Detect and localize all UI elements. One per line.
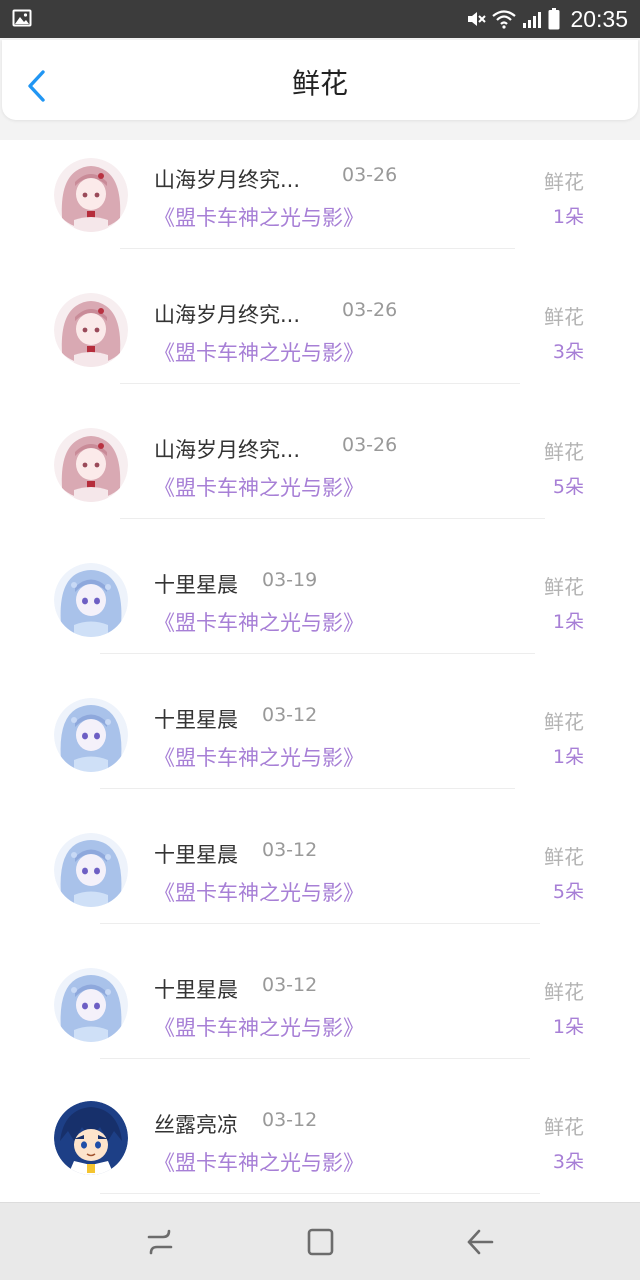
gift-count: 3朵 — [552, 1151, 584, 1173]
divider — [120, 518, 545, 519]
gift-date: 03-12 — [262, 974, 318, 996]
battery-icon — [548, 8, 560, 30]
system-nav-bar — [0, 1202, 640, 1280]
list-item[interactable]: 山海岁月终究... 03-26 《盟卡车神之光与影》 鲜花 3朵 — [0, 275, 640, 410]
gift-type: 鲜花 — [544, 710, 584, 734]
list-item[interactable]: 十里星晨 03-12 《盟卡车神之光与影》 鲜花 1朵 — [0, 680, 640, 815]
list-item[interactable]: 丝露亮凉 03-12 《盟卡车神之光与影》 鲜花 3朵 — [0, 1085, 640, 1202]
sender-name: 山海岁月终究... — [154, 303, 301, 327]
home-icon[interactable] — [303, 1225, 337, 1259]
book-title[interactable]: 《盟卡车神之光与影》 — [154, 202, 364, 232]
mute-icon — [468, 12, 487, 26]
sender-name: 山海岁月终究... — [154, 438, 301, 462]
gift-count: 1朵 — [552, 746, 584, 768]
recent-apps-icon[interactable] — [143, 1225, 177, 1259]
gift-type: 鲜花 — [544, 1115, 584, 1139]
sender-name: 丝露亮凉 — [154, 1113, 238, 1137]
divider — [100, 1058, 530, 1059]
divider — [100, 923, 540, 924]
gift-count: 3朵 — [552, 341, 584, 363]
list-item[interactable]: 山海岁月终究... 03-26 《盟卡车神之光与影》 鲜花 5朵 — [0, 410, 640, 545]
gift-date: 03-12 — [262, 1109, 318, 1131]
gift-date: 03-26 — [342, 164, 398, 186]
sender-name: 十里星晨 — [154, 708, 238, 732]
avatar[interactable] — [54, 563, 128, 637]
flower-gift-list: 山海岁月终究... 03-26 《盟卡车神之光与影》 鲜花 1朵 山海岁月终究.… — [0, 140, 640, 1202]
avatar[interactable] — [54, 428, 128, 502]
gift-date: 03-12 — [262, 704, 318, 726]
avatar[interactable] — [54, 698, 128, 772]
gift-date: 03-12 — [262, 839, 318, 861]
divider — [120, 248, 515, 249]
gift-date: 03-26 — [342, 299, 398, 321]
gift-type: 鲜花 — [544, 980, 584, 1004]
sender-name: 山海岁月终究... — [154, 168, 301, 192]
list-item[interactable]: 十里星晨 03-12 《盟卡车神之光与影》 鲜花 5朵 — [0, 815, 640, 950]
avatar[interactable] — [54, 968, 128, 1042]
wifi-icon — [492, 10, 517, 29]
book-title[interactable]: 《盟卡车神之光与影》 — [154, 1012, 364, 1042]
list-item[interactable]: 山海岁月终究... 03-26 《盟卡车神之光与影》 鲜花 1朵 — [0, 140, 640, 275]
book-title[interactable]: 《盟卡车神之光与影》 — [154, 472, 364, 502]
page-title: 鲜花 — [291, 67, 348, 100]
sender-name: 十里星晨 — [154, 978, 238, 1002]
divider — [120, 383, 520, 384]
top-app-bar: 鲜花 — [2, 40, 638, 120]
gift-date: 03-26 — [342, 434, 398, 456]
list-item[interactable]: 十里星晨 03-19 《盟卡车神之光与影》 鲜花 1朵 — [0, 545, 640, 680]
sender-name: 十里星晨 — [154, 843, 238, 867]
divider — [100, 1193, 540, 1194]
avatar[interactable] — [54, 833, 128, 907]
gift-count: 1朵 — [552, 1016, 584, 1038]
gift-type: 鲜花 — [544, 170, 584, 194]
back-icon[interactable] — [463, 1225, 497, 1259]
book-title[interactable]: 《盟卡车神之光与影》 — [154, 742, 364, 772]
gift-count: 5朵 — [552, 881, 584, 903]
gift-type: 鲜花 — [544, 575, 584, 599]
avatar[interactable] — [54, 293, 128, 367]
divider — [100, 653, 535, 654]
book-title[interactable]: 《盟卡车神之光与影》 — [154, 1147, 364, 1177]
book-title[interactable]: 《盟卡车神之光与影》 — [154, 337, 364, 367]
gift-type: 鲜花 — [544, 440, 584, 464]
sender-name: 十里星晨 — [154, 573, 238, 597]
gift-count: 5朵 — [552, 476, 584, 498]
book-title[interactable]: 《盟卡车神之光与影》 — [154, 877, 364, 907]
divider — [100, 788, 515, 789]
list-item[interactable]: 十里星晨 03-12 《盟卡车神之光与影》 鲜花 1朵 — [0, 950, 640, 1085]
avatar[interactable] — [54, 158, 128, 232]
book-title[interactable]: 《盟卡车神之光与影》 — [154, 607, 364, 637]
gift-type: 鲜花 — [544, 845, 584, 869]
gift-count: 1朵 — [552, 206, 584, 228]
gallery-icon — [12, 9, 32, 27]
gift-count: 1朵 — [552, 611, 584, 633]
avatar[interactable] — [54, 1101, 128, 1175]
clock: 20:35 — [570, 5, 628, 32]
status-bar: 20:35 — [0, 0, 640, 38]
signal-icon — [523, 12, 542, 28]
gift-date: 03-19 — [262, 569, 318, 591]
gift-type: 鲜花 — [544, 305, 584, 329]
